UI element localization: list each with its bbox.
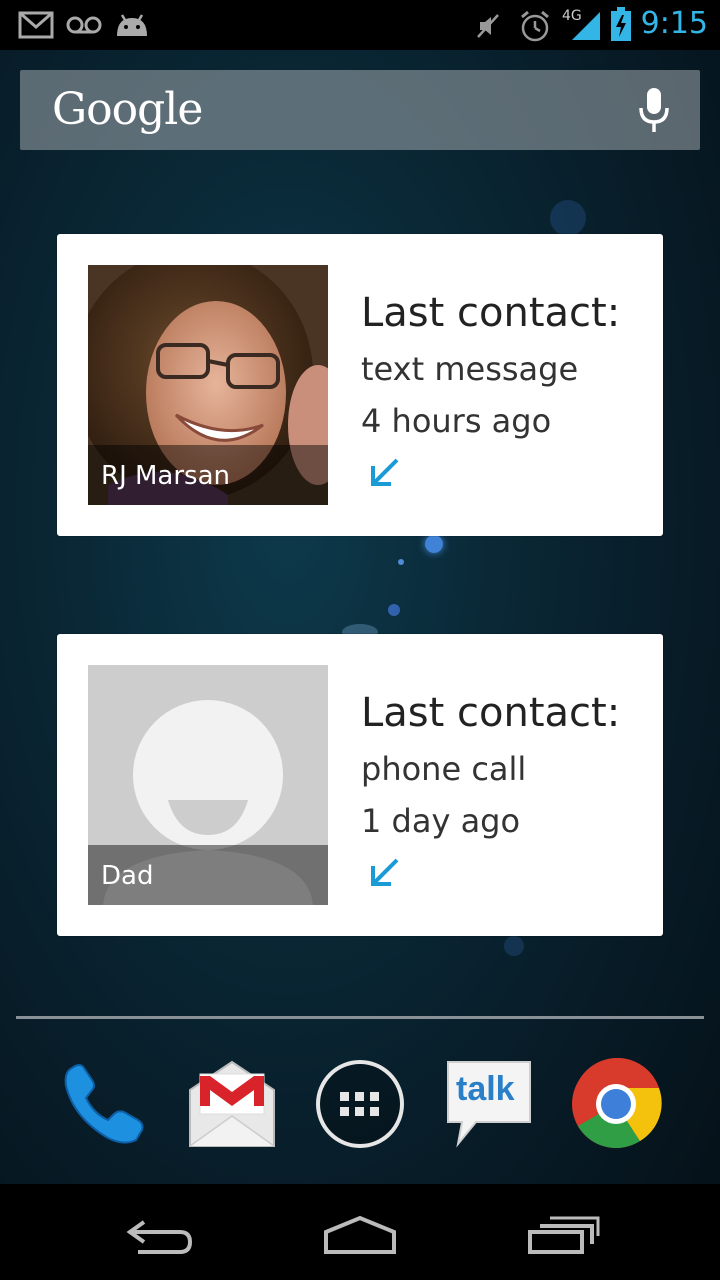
contact-time: 4 hours ago (361, 402, 552, 440)
incoming-arrow-icon (371, 458, 399, 486)
contact-name-strip: Dad (88, 845, 328, 905)
incoming-arrow-icon (371, 858, 399, 886)
wallpaper-bokeh (550, 200, 586, 236)
phone-icon[interactable] (58, 1058, 150, 1150)
navigation-bar (0, 1184, 720, 1280)
signal-icon (572, 12, 600, 40)
home-icon[interactable] (322, 1214, 398, 1256)
dock-divider (16, 1016, 704, 1019)
back-icon[interactable] (124, 1216, 196, 1256)
contact-widget-card[interactable]: RJ Marsan Last contact: text message 4 h… (57, 234, 663, 536)
gmail-icon[interactable] (186, 1060, 278, 1148)
wallpaper-bokeh (425, 535, 443, 553)
contact-name: RJ Marsan (101, 461, 231, 491)
app-drawer-icon[interactable] (314, 1058, 406, 1150)
recent-apps-icon[interactable] (526, 1214, 600, 1256)
talk-label: talk (456, 1070, 515, 1108)
talk-icon[interactable]: talk (444, 1058, 534, 1148)
google-search-bar[interactable]: Google (20, 70, 700, 150)
android-icon (117, 14, 147, 36)
voicemail-icon (66, 16, 102, 34)
wallpaper-bokeh (388, 604, 400, 616)
battery-charging-icon (611, 7, 631, 41)
google-logo[interactable]: Google (52, 84, 203, 135)
contact-name: Dad (101, 861, 154, 891)
chrome-icon[interactable] (570, 1058, 662, 1150)
contact-widget-card[interactable]: Dad Last contact: phone call 1 day ago (57, 634, 663, 936)
contact-method: text message (361, 350, 579, 388)
wallpaper-bokeh (504, 936, 524, 956)
contact-photo-placeholder[interactable]: Dad (88, 665, 328, 905)
alarm-icon (521, 10, 549, 42)
microphone-icon[interactable] (638, 86, 670, 134)
last-contact-heading: Last contact: (361, 690, 621, 736)
contact-time: 1 day ago (361, 802, 521, 840)
mute-icon (477, 14, 499, 38)
wallpaper-bokeh (398, 559, 404, 565)
contact-name-strip: RJ Marsan (88, 445, 328, 505)
gmail-notification-icon (18, 11, 54, 39)
contact-photo[interactable]: RJ Marsan (88, 265, 328, 505)
clock: 9:15 (640, 6, 708, 41)
status-bar: 4G 9:15 (0, 0, 720, 50)
last-contact-heading: Last contact: (361, 290, 621, 336)
contact-method: phone call (361, 750, 527, 788)
